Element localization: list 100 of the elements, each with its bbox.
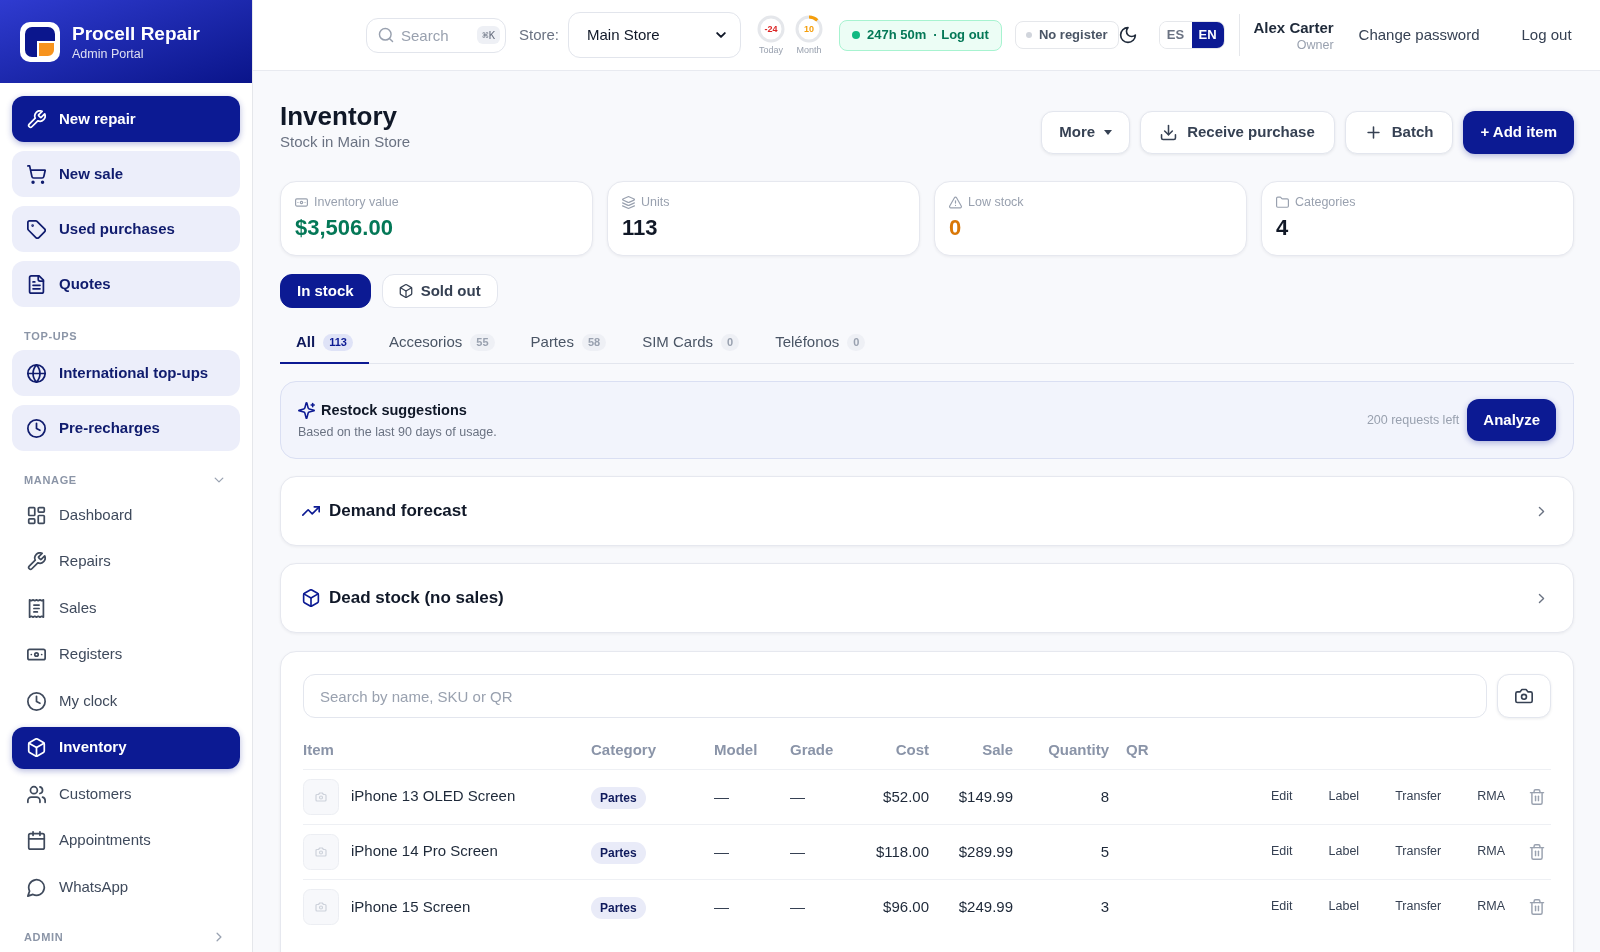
toolbar-button[interactable]: Receive purchase (1140, 111, 1335, 154)
table-cell: 5 (1100, 842, 1109, 860)
collapsible-panel[interactable]: Demand forecast (280, 476, 1574, 546)
row-action-button[interactable]: Transfer (1383, 891, 1454, 923)
cube-icon (27, 738, 46, 757)
camera-icon (1515, 687, 1533, 705)
table-cell: $118.00 (875, 842, 929, 860)
table-cell: — (714, 897, 729, 915)
search-icon (378, 27, 394, 43)
stat-value: 0 (949, 214, 962, 242)
banknote-icon (295, 195, 308, 209)
row-action-button[interactable]: Label (1316, 836, 1372, 867)
image-placeholder-icon (303, 833, 339, 870)
calendar-icon (27, 831, 46, 850)
clock-out-link[interactable]: · Log out (933, 25, 989, 45)
people-icon (27, 784, 46, 804)
cube-icon (398, 284, 413, 298)
nav-link[interactable]: Inventory (12, 726, 240, 769)
progress-ring (795, 15, 824, 43)
table-cell: — (790, 787, 805, 805)
moon-icon[interactable] (1118, 26, 1137, 44)
sidebar-button[interactable]: International top-ups (12, 350, 240, 396)
shift-duration: 247h 50m (867, 26, 927, 45)
nav-link[interactable]: Appointments (12, 819, 240, 862)
progress-ring (757, 15, 786, 43)
sidebar-button[interactable]: New sale (12, 151, 240, 197)
row-action-button[interactable]: Edit (1259, 891, 1305, 923)
row-action-button[interactable]: RMA (1465, 836, 1517, 867)
more-button[interactable]: More (1041, 111, 1131, 154)
page-title: Inventory (280, 100, 399, 132)
toolbar-button[interactable]: Batch (1344, 111, 1454, 154)
item-name: iPhone 14 Pro Screen (351, 841, 498, 862)
panel-title: Demand forecast (329, 500, 467, 523)
column-header: Cost (895, 740, 929, 758)
header-link[interactable]: Change password (1358, 23, 1480, 47)
row-action-button[interactable]: Transfer (1383, 781, 1454, 812)
table-cell: $96.00 (883, 897, 929, 915)
category-tab[interactable]: Teléfonos 0 (759, 322, 882, 364)
language-option[interactable]: EN (1191, 22, 1224, 48)
store-select[interactable]: Main Store (568, 12, 742, 58)
table-cell: $289.99 (958, 842, 1013, 860)
column-header: Model (714, 740, 758, 758)
filter-toggle[interactable]: Sold out (381, 274, 498, 308)
section-label: TOP-UPS (24, 329, 78, 343)
store-label: Store: (519, 24, 560, 45)
header-link[interactable]: Log out (1521, 23, 1572, 47)
count-badge: 0 (847, 333, 866, 351)
row-action-button[interactable]: Label (1316, 891, 1372, 923)
column-header: Category (591, 740, 657, 758)
panel-note: Based on the last 90 days of usage. (298, 424, 497, 440)
nav-link[interactable]: Dashboard (12, 494, 240, 536)
add-item-button[interactable]: + Add item (1463, 111, 1574, 154)
clock-icon (27, 418, 46, 438)
plus-icon (1364, 124, 1382, 141)
user-role: Owner (1296, 36, 1334, 53)
tag-icon (27, 219, 46, 239)
table-cell: 3 (1100, 897, 1109, 915)
register-button[interactable]: No register (1014, 21, 1119, 49)
quota-text: 200 requests left (1366, 411, 1460, 429)
collapsible-panel[interactable]: Dead stock (no sales) (280, 563, 1574, 633)
search-field[interactable]: Search by name, SKU or QR (303, 674, 1487, 718)
column-header: Item (303, 740, 334, 758)
item-name: iPhone 15 Screen (351, 896, 471, 917)
nav-link[interactable]: Repairs (12, 540, 240, 583)
category-tag: Partes (591, 786, 646, 809)
trash-icon[interactable] (1529, 843, 1545, 860)
nav-link[interactable]: Registers (12, 633, 240, 676)
sidebar-button[interactable]: Used purchases (12, 206, 240, 252)
sidebar-button[interactable]: Quotes (12, 261, 240, 307)
count-badge: 55 (470, 333, 495, 351)
nav-link[interactable]: WhatsApp (12, 866, 240, 908)
trash-icon[interactable] (1529, 788, 1545, 805)
clock-icon (27, 691, 46, 711)
stat-label: Units (641, 194, 670, 210)
sidebar-button[interactable]: Pre-recharges (12, 405, 240, 451)
analyze-button[interactable]: Analyze (1467, 399, 1556, 441)
item-name: iPhone 13 OLED Screen (351, 786, 516, 807)
nav-link[interactable]: Customers (12, 773, 240, 815)
category-tab[interactable]: Accesorios 55 (372, 322, 511, 364)
nav-link[interactable]: My clock (12, 680, 240, 722)
panel-title: Dead stock (no sales) (329, 587, 504, 610)
row-action-button[interactable]: Transfer (1383, 836, 1454, 867)
row-action-button[interactable]: RMA (1465, 781, 1517, 812)
trash-icon[interactable] (1529, 898, 1545, 915)
nav-link[interactable]: Sales (12, 587, 240, 629)
filter-toggle[interactable]: In stock (280, 274, 371, 308)
row-action-button[interactable]: RMA (1465, 891, 1517, 923)
meter-caption: Month (796, 45, 822, 55)
column-header: QR (1126, 740, 1149, 758)
category-tab[interactable]: SIM Cards 0 (626, 322, 756, 364)
sidebar-button[interactable]: New repair (12, 96, 240, 142)
category-tab[interactable]: Partes 58 (514, 322, 623, 364)
section-label: ADMIN (24, 930, 64, 944)
cube-icon (302, 589, 320, 607)
row-action-button[interactable]: Edit (1259, 836, 1305, 867)
camera-button[interactable] (1497, 674, 1551, 718)
row-action-button[interactable]: Edit (1259, 781, 1305, 812)
category-tab[interactable]: All 113 (280, 322, 369, 364)
row-action-button[interactable]: Label (1316, 781, 1372, 812)
table-cell: — (790, 842, 805, 860)
